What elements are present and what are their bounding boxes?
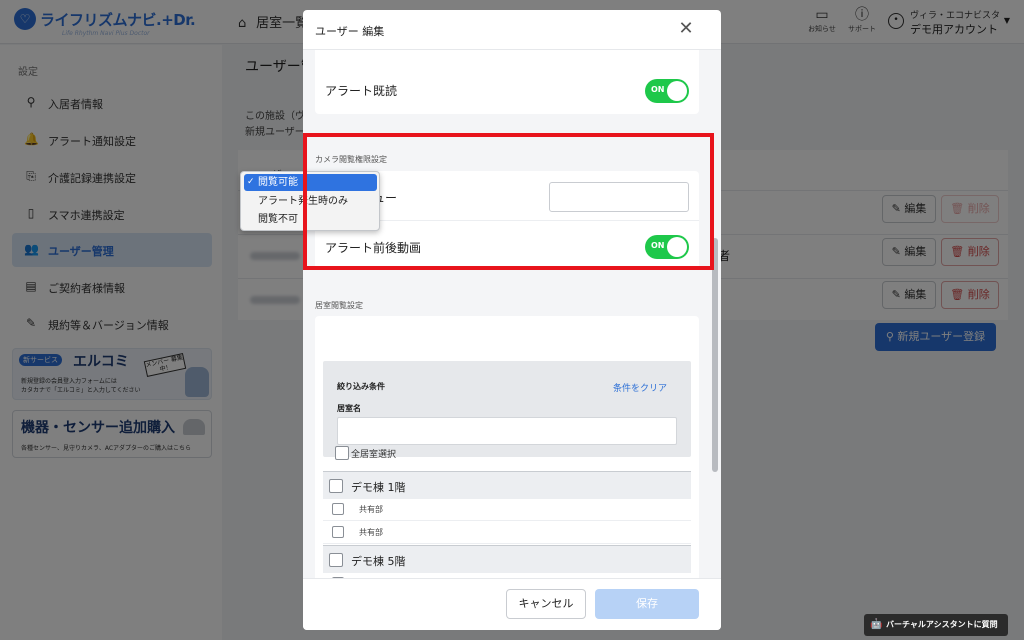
building-name: デモ棟 1階 xyxy=(351,481,406,494)
room-name-input[interactable] xyxy=(337,417,677,445)
modal-body: アラート既読 ON カメラ閲覧権限設定 ライブビュー アラート前後動画 ON xyxy=(303,50,721,578)
alert-read-label: アラート既読 xyxy=(325,84,398,98)
modal-title: ユーザー 編集 xyxy=(315,25,385,38)
filter-label: 絞り込み条件 xyxy=(337,382,385,391)
alert-read-toggle[interactable]: ON xyxy=(645,79,689,103)
room-row: 共有部 xyxy=(323,499,691,521)
clear-filter-link[interactable]: 条件をクリア xyxy=(613,381,667,394)
option-label: 閲覧可能 xyxy=(258,177,298,188)
option-label: 閲覧不可 xyxy=(258,214,298,225)
room-checkbox[interactable] xyxy=(332,503,344,515)
room-name: 共有部 xyxy=(359,505,383,514)
filter-panel: 絞り込み条件 条件をクリア 居室名 xyxy=(323,361,691,457)
room-name: 共有部 xyxy=(359,528,383,537)
close-icon[interactable]: ✕ xyxy=(675,18,697,40)
room-name-label: 居室名 xyxy=(337,404,361,413)
toggle-on-text: ON xyxy=(651,85,665,94)
user-edit-modal: ユーザー 編集 ✕ アラート既読 ON カメラ閲覧権限設定 ライブビュー アラー… xyxy=(303,10,721,630)
building-name: デモ棟 5階 xyxy=(351,555,406,568)
building-row: デモ棟 5階 xyxy=(323,545,691,573)
save-button[interactable]: 保存 xyxy=(595,589,699,619)
select-all-label: 全居室選択 xyxy=(351,450,397,460)
virtual-assistant-button[interactable]: 🤖 バーチャルアシスタントに質問 xyxy=(864,614,1008,636)
annotation-highlight-box xyxy=(303,133,714,270)
cancel-button[interactable]: キャンセル xyxy=(506,589,586,619)
room-section-heading: 居室閲覧設定 xyxy=(315,301,363,310)
building-checkbox[interactable] xyxy=(329,479,343,493)
building-checkbox[interactable] xyxy=(329,553,343,567)
checkmark-icon: ✓ xyxy=(247,177,255,187)
select-all-checkbox[interactable] xyxy=(335,446,349,460)
modal-header: ユーザー 編集 ✕ xyxy=(303,10,721,50)
toggle-knob xyxy=(667,81,687,101)
building-row: デモ棟 1階 xyxy=(323,471,691,499)
room-row: 共有部 xyxy=(323,522,691,544)
room-checkbox[interactable] xyxy=(332,526,344,538)
alert-read-row: アラート既読 ON xyxy=(315,66,699,114)
robot-icon: 🤖 xyxy=(870,619,883,630)
alert-settings-card: アラート既読 ON xyxy=(315,50,699,114)
modal-footer: キャンセル 保存 xyxy=(303,578,721,630)
modal-scrollbar[interactable] xyxy=(712,238,718,472)
assistant-label: バーチャルアシスタントに質問 xyxy=(886,620,998,629)
